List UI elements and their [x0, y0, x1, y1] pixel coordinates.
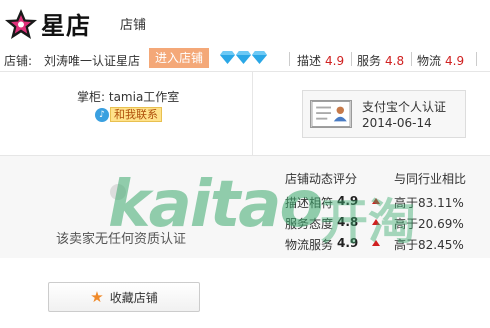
- seller-panel: 掌柜: tamia工作室 ♪ 和我联系 支付宝个人认证 2014-06-14: [0, 72, 490, 156]
- score-label: 描述: [297, 54, 322, 68]
- contact-me-button[interactable]: ♪ 和我联系: [95, 107, 162, 122]
- star-icon: ★: [90, 287, 104, 306]
- score-value: 4.8: [385, 54, 405, 68]
- score-description: 描述 4.9: [297, 52, 344, 69]
- certification-title: 支付宝个人认证: [362, 100, 447, 114]
- shop-link[interactable]: 店铺: [120, 14, 146, 33]
- logo[interactable]: 星店: [4, 6, 91, 41]
- certification-date: 2014-06-14: [362, 116, 432, 130]
- shop-name[interactable]: 刘涛唯一认证星店: [44, 52, 140, 69]
- score-logistics: 物流 4.9: [417, 52, 464, 69]
- diamond-icon: [220, 51, 235, 64]
- header: 星店 店铺: [0, 0, 490, 44]
- shop-label: 店铺:: [4, 54, 33, 68]
- divider: [289, 52, 290, 66]
- enter-shop-button[interactable]: 进入店铺: [149, 48, 209, 68]
- alipay-certification: 支付宝个人认证 2014-06-14: [302, 90, 466, 138]
- divider: [351, 52, 352, 66]
- contact-me-label: 和我联系: [110, 107, 162, 122]
- score-label: 服务: [357, 54, 382, 68]
- score-label: 物流: [417, 54, 442, 68]
- score-value: 4.9: [325, 54, 345, 68]
- id-card-icon: [310, 100, 352, 128]
- shop-info-bar: 店铺: 刘涛唯一认证星店 进入店铺 描述 4.9 服务 4.8 物流 4.9: [0, 46, 490, 72]
- score-service: 服务 4.8: [357, 52, 404, 69]
- watermark-cn: 开淘: [320, 194, 417, 250]
- divider: [411, 52, 412, 66]
- score-value: 4.9: [445, 54, 465, 68]
- shop-keeper[interactable]: 掌柜: tamia工作室: [77, 88, 179, 105]
- favorite-shop-button[interactable]: ★ 收藏店铺: [48, 282, 200, 312]
- logo-text: 星店: [41, 12, 91, 40]
- favorite-shop-label: 收藏店铺: [109, 290, 158, 305]
- divider: [476, 52, 477, 66]
- watermark-latin: kaitao: [108, 168, 323, 242]
- divider: [252, 72, 253, 156]
- star-logo-icon: [5, 8, 37, 39]
- seller-rank-diamonds: [220, 51, 267, 64]
- chat-icon: ♪: [95, 107, 109, 122]
- diamond-icon: [252, 51, 267, 64]
- diamond-icon: [236, 51, 251, 64]
